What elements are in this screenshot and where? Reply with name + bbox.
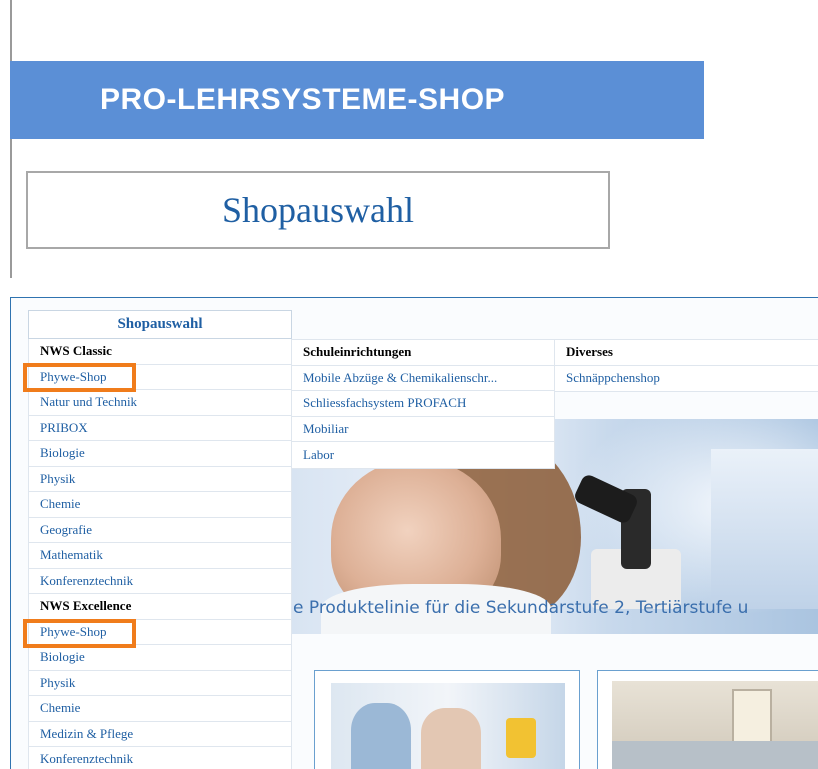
menu-item-physik-excellence[interactable]: Physik [28,670,292,696]
menu-item-chemie-classic[interactable]: Chemie [28,492,292,518]
menu-item-phywe-shop-classic[interactable]: Phywe-Shop [28,364,292,390]
banner-title: PRO-LEHRSYSTEME-SHOP [100,83,506,116]
submenu-item-mobile-abzuege[interactable]: Mobile Abzüge & Chemikalienschr... [292,366,554,391]
shop-menu-header[interactable]: Shopauswahl [28,310,292,339]
submenu-columns: Schuleinrichtungen Mobile Abzüge & Chemi… [292,339,818,469]
menu-heading-nws-classic: NWS Classic [28,339,292,365]
menu-item-biologie-classic[interactable]: Biologie [28,441,292,467]
submenu-heading-schuleinrichtungen: Schuleinrichtungen [292,340,554,366]
classroom-image [612,681,818,769]
hero-tagline: e Produktelinie für die Sekundarstufe 2,… [293,598,749,618]
student-figure [351,703,411,769]
menu-item-mathematik[interactable]: Mathematik [28,543,292,569]
student-figure [421,708,481,769]
menu-item-physik-classic[interactable]: Physik [28,466,292,492]
submenu-item-labor[interactable]: Labor [292,442,554,468]
submenu-heading-diverses: Diverses [555,340,818,366]
menu-item-konferenztechnik-classic[interactable]: Konferenztechnik [28,568,292,594]
product-thumbnail-classroom[interactable] [597,670,818,769]
shop-screenshot-panel: e Produktelinie für die Sekundarstufe 2,… [10,297,818,769]
menu-item-medizin-pflege[interactable]: Medizin & Pflege [28,721,292,747]
submenu-item-mobiliar[interactable]: Mobiliar [292,417,554,442]
menu-item-natur-und-technik[interactable]: Natur und Technik [28,390,292,416]
submenu-column-diverses: Diverses Schnäppchenshop [555,339,818,392]
menu-heading-nws-excellence: NWS Excellence [28,594,292,620]
product-thumbnail-lab-students[interactable] [314,670,580,769]
submenu-item-schnaeppchenshop[interactable]: Schnäppchenshop [555,366,818,392]
shop-selection-title: Shopauswahl [222,190,414,230]
left-divider-line [10,0,12,278]
submenu-column-schuleinrichtungen: Schuleinrichtungen Mobile Abzüge & Chemi… [292,339,555,469]
hero-lab-shelf [711,449,818,609]
submenu-item-profach[interactable]: Schliessfachsystem PROFACH [292,391,554,417]
shop-menu: Shopauswahl NWS Classic Phywe-Shop Natur… [28,310,292,769]
menu-item-chemie-excellence[interactable]: Chemie [28,696,292,722]
shop-selection-box: Shopauswahl [26,171,610,249]
menu-item-konferenztechnik-excellence[interactable]: Konferenztechnik [28,747,292,769]
lab-students-image [331,683,565,769]
menu-item-pribox[interactable]: PRIBOX [28,415,292,441]
menu-item-biologie-excellence[interactable]: Biologie [28,645,292,671]
shop-banner: PRO-LEHRSYSTEME-SHOP [10,61,704,139]
menu-item-phywe-shop-excellence[interactable]: Phywe-Shop [28,619,292,645]
lab-flask [506,718,536,758]
classroom-window [732,689,772,749]
menu-item-geografie[interactable]: Geografie [28,517,292,543]
classroom-bench [612,741,818,769]
